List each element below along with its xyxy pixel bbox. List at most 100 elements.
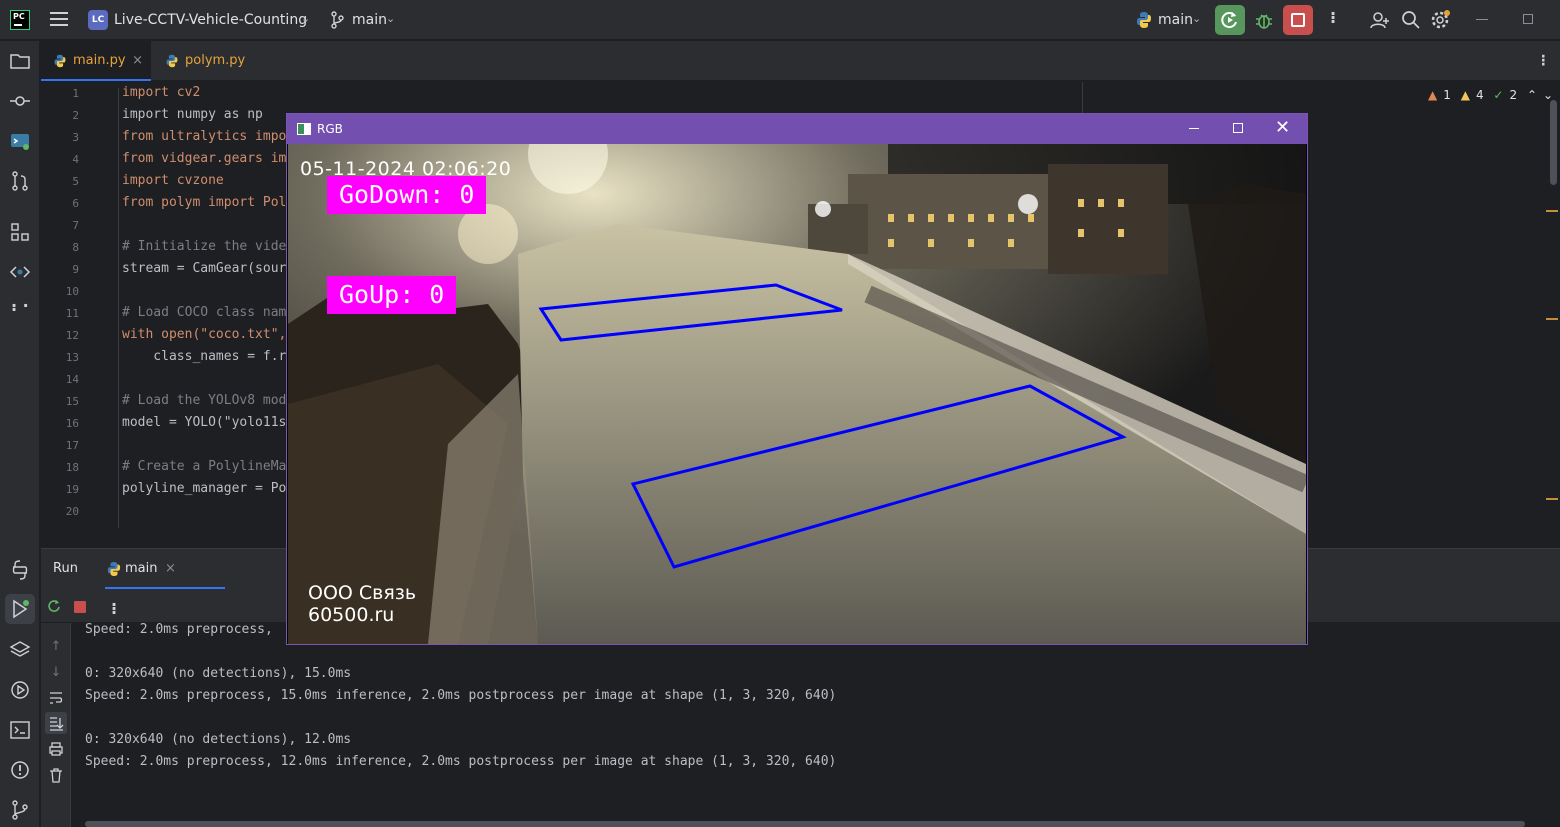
- print-icon[interactable]: [48, 741, 64, 757]
- line-number: 6: [72, 197, 79, 210]
- python-console-icon[interactable]: [9, 130, 31, 152]
- error-triangle-icon: ▲: [1428, 88, 1438, 102]
- more-tools-icon[interactable]: · · ·: [11, 298, 39, 318]
- line-number: 12: [65, 329, 79, 342]
- python-file-icon: [54, 54, 66, 68]
- python-icon: [107, 562, 121, 576]
- scroll-to-end-icon[interactable]: [48, 715, 64, 731]
- run-tool-icon[interactable]: [9, 598, 31, 620]
- terminal-icon[interactable]: [9, 719, 31, 741]
- close-tab-icon[interactable]: ×: [165, 561, 176, 576]
- video-frame: 05-11-2024 02:06:20 GoDown: 0 GoUp: 0 ОО…: [288, 144, 1306, 644]
- structure-icon[interactable]: [9, 221, 31, 243]
- line-number: 7: [72, 219, 79, 232]
- cv-maximize-icon[interactable]: [1233, 123, 1243, 133]
- project-name[interactable]: Live-CCTV-Vehicle-Counting: [114, 12, 307, 28]
- warning-stripe-mark[interactable]: [1546, 318, 1558, 320]
- code-line: with open("coco.txt",: [122, 327, 287, 342]
- tab-polym-py[interactable]: polym.py: [153, 41, 253, 81]
- git-icon[interactable]: [9, 799, 31, 821]
- line-number: 4: [72, 153, 79, 166]
- commit-icon[interactable]: [9, 90, 31, 112]
- go-up-counter: GoUp: 0: [327, 276, 457, 314]
- chevron-up-icon[interactable]: ⌃: [1527, 88, 1537, 102]
- python-file-icon: [166, 54, 178, 68]
- window-minimize-icon[interactable]: [1476, 19, 1488, 20]
- problems-icon[interactable]: [9, 759, 31, 781]
- window-restore-icon[interactable]: [1523, 14, 1533, 24]
- project-badge[interactable]: LC: [88, 10, 108, 30]
- chevron-down-icon[interactable]: ⌄: [386, 12, 395, 25]
- inspection-widget[interactable]: ▲ 1 ▲ 4 ✓ 2 ⌃ ⌄: [1428, 88, 1559, 102]
- code-line: model = YOLO("yolo11s: [122, 415, 287, 430]
- trash-icon[interactable]: [48, 767, 64, 783]
- more-actions-icon[interactable]: · · ·: [111, 597, 117, 621]
- cv-minimize-icon[interactable]: [1189, 128, 1199, 129]
- line-number: 13: [65, 351, 79, 364]
- run-tab-main[interactable]: main ×: [105, 549, 225, 589]
- console-line: Speed: 2.0ms preprocess, 15.0ms inferenc…: [85, 688, 837, 703]
- git-branch-icon: [331, 11, 344, 29]
- line-number: 16: [65, 417, 79, 430]
- main-menu-icon[interactable]: [50, 12, 68, 28]
- line-number: 20: [65, 505, 79, 518]
- line-number: 8: [72, 241, 79, 254]
- code-line: import numpy as np: [122, 107, 263, 122]
- stop-button[interactable]: [1283, 5, 1313, 35]
- console-line: 0: 320x640 (no detections), 12.0ms: [85, 732, 352, 747]
- opencv-app-icon: [297, 123, 311, 135]
- soft-wrap-icon[interactable]: [48, 690, 64, 706]
- settings-gear-icon[interactable]: [1430, 10, 1450, 30]
- arrow-down-icon[interactable]: ↓: [48, 665, 64, 681]
- line-number: 15: [65, 395, 79, 408]
- chevron-down-icon[interactable]: ⌄: [1192, 12, 1201, 25]
- run-config-selector[interactable]: main: [1158, 12, 1193, 28]
- project-folder-icon[interactable]: [9, 50, 31, 72]
- tab-label: main.py: [73, 53, 126, 68]
- code-line: import cv2: [122, 85, 201, 100]
- cv-window-title: RGB: [317, 122, 343, 136]
- console-line: Speed: 2.0ms preprocess, 12.0ms inferenc…: [85, 754, 837, 769]
- cv-window-titlebar[interactable]: RGB ✕: [287, 114, 1307, 144]
- search-icon[interactable]: [1401, 10, 1421, 30]
- tab-actions-icon[interactable]: · · ·: [1541, 50, 1546, 72]
- pull-requests-icon[interactable]: [9, 170, 31, 192]
- close-tab-icon[interactable]: ×: [132, 41, 143, 81]
- line-number: 2: [72, 109, 79, 122]
- watermark-company: ООО Связь: [308, 582, 417, 604]
- tab-main-py[interactable]: main.py ×: [41, 41, 151, 81]
- line-number: 1: [72, 87, 79, 100]
- code-line: from vidgear.gears im: [122, 151, 287, 166]
- run-panel-title: Run: [53, 561, 78, 576]
- more-actions-icon[interactable]: · · ·: [1330, 6, 1336, 30]
- editor-scrollbar[interactable]: [1550, 100, 1557, 185]
- line-gutter: 1 2 3 4 5 6 7 8 9 10 11 12 13 14 15 16 1…: [41, 82, 121, 522]
- warning-stripe-mark[interactable]: [1546, 498, 1558, 500]
- chevron-down-icon[interactable]: ⌄: [301, 12, 310, 25]
- endpoints-icon[interactable]: [9, 261, 31, 283]
- indent-guide: [118, 88, 119, 528]
- warning-triangle-icon: ▲: [1460, 88, 1470, 102]
- console-line: 0: 320x640 (no detections), 15.0ms: [85, 666, 352, 681]
- opencv-rgb-window[interactable]: RGB ✕ 05-11-2024 02:06:20 GoDown: 0 GoUp…: [286, 113, 1308, 645]
- rerun-button[interactable]: [1215, 5, 1245, 35]
- vcs-branch-selector[interactable]: main: [352, 12, 387, 28]
- warning-stripe-mark[interactable]: [1546, 210, 1558, 212]
- add-user-icon[interactable]: [1370, 10, 1390, 30]
- console-horizontal-scrollbar[interactable]: [85, 821, 1525, 827]
- code-line: import cvzone: [122, 173, 224, 188]
- cv-close-icon[interactable]: ✕: [1275, 117, 1290, 138]
- editor-tab-bar: main.py × polym.py · · ·: [41, 41, 1560, 81]
- layers-icon[interactable]: [9, 639, 31, 661]
- rerun-icon[interactable]: [47, 599, 61, 613]
- services-icon[interactable]: [9, 679, 31, 701]
- debug-bug-icon[interactable]: [1254, 9, 1274, 31]
- python-packages-icon[interactable]: [9, 559, 31, 581]
- pycharm-logo-icon[interactable]: PC: [10, 10, 30, 30]
- arrow-up-icon[interactable]: ↑: [48, 639, 64, 655]
- code-line: # Load COCO class nam: [122, 305, 287, 320]
- tab-label: polym.py: [185, 53, 246, 68]
- stop-icon[interactable]: [74, 601, 86, 613]
- line-number: 18: [65, 461, 79, 474]
- code-line: from polym import Pol: [122, 195, 287, 210]
